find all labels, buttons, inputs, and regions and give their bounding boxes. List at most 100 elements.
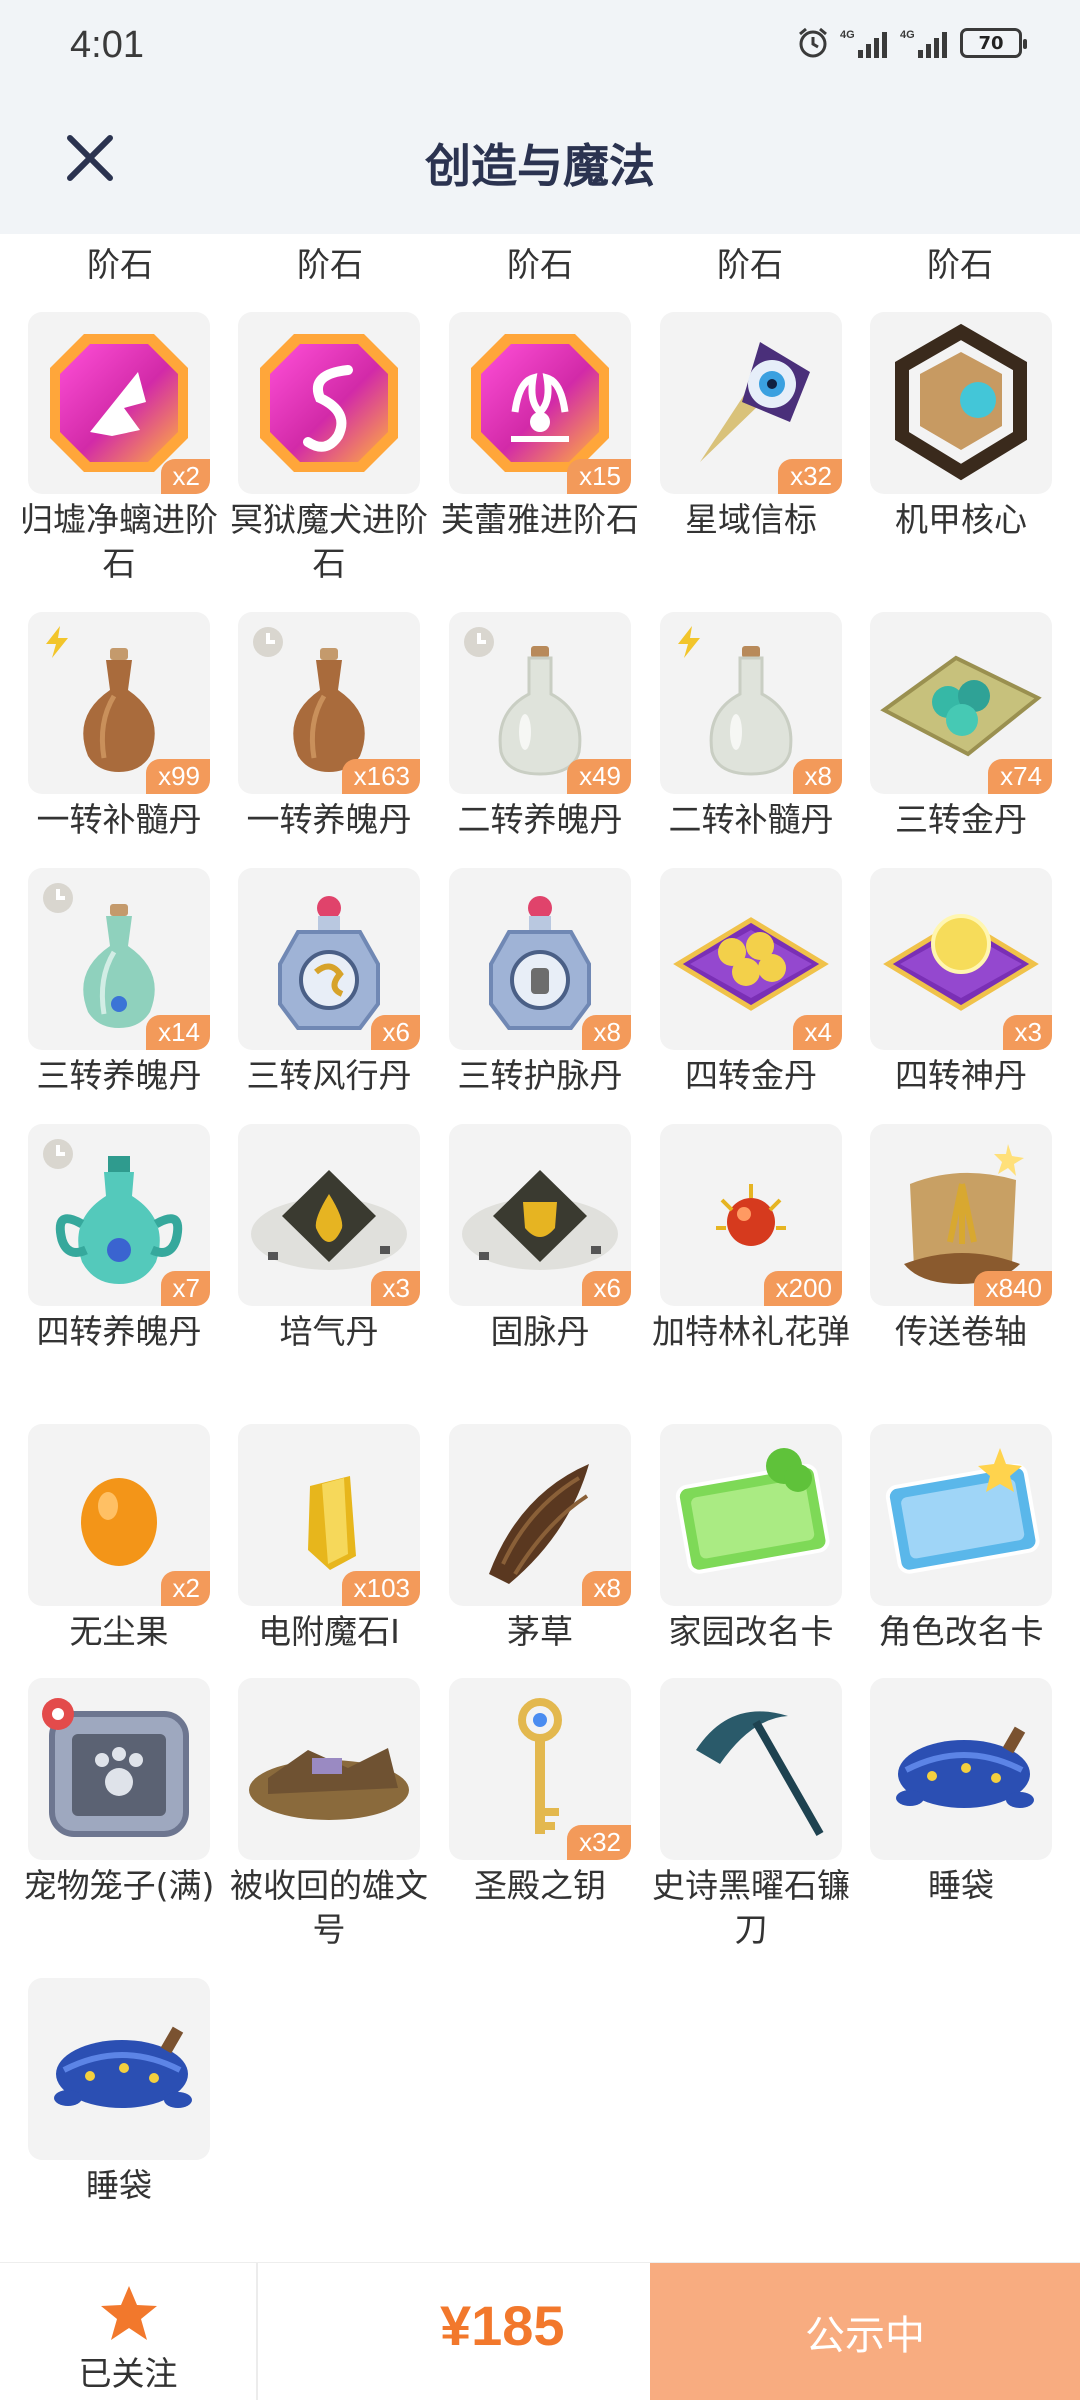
- list-item[interactable]: x163 一转养魄丹: [238, 612, 420, 842]
- item-list[interactable]: 阶石 阶石 阶石 阶石 阶石 x2 归墟净螭进阶石 冥狱魔犬进阶石 x15 芙蕾雅进…: [0, 234, 1080, 2210]
- list-item[interactable]: 冥狱魔犬进阶石: [230, 312, 428, 586]
- mech-core-icon: [895, 323, 1027, 481]
- item-tile[interactable]: x840: [870, 1124, 1052, 1306]
- item-count-badge: x200: [763, 1271, 842, 1306]
- item-tile[interactable]: x14: [28, 868, 210, 1050]
- top-label: 阶石: [717, 245, 783, 284]
- item-count-badge: x32: [567, 1825, 631, 1860]
- list-item[interactable]: x14 三转养魄丹: [28, 868, 210, 1098]
- list-item[interactable]: x74 三转金丹: [870, 612, 1052, 842]
- svg-text:4G: 4G: [900, 29, 915, 41]
- item-tile[interactable]: x6: [449, 1124, 631, 1306]
- top-label: 阶石: [927, 245, 993, 284]
- list-item[interactable]: x15 芙蕾雅进阶石: [441, 312, 639, 542]
- item-tile[interactable]: x103: [238, 1424, 420, 1606]
- list-item[interactable]: 机甲核心: [870, 312, 1052, 542]
- item-tile[interactable]: [660, 1424, 842, 1606]
- list-item[interactable]: x4 四转金丹: [660, 868, 842, 1098]
- list-item[interactable]: x2 无尘果: [28, 1424, 210, 1654]
- top-label: 阶石: [297, 245, 363, 284]
- item-tile[interactable]: [870, 312, 1052, 494]
- list-item[interactable]: x99 一转补髓丹: [28, 612, 210, 842]
- list-item[interactable]: 被收回的雄文号: [230, 1678, 428, 1952]
- item-tile[interactable]: x32: [449, 1678, 631, 1860]
- item-name: 家园改名卡: [668, 1612, 834, 1651]
- item-tile[interactable]: x74: [870, 612, 1052, 794]
- list-item[interactable]: x3 四转神丹: [870, 868, 1052, 1098]
- role-rename-card-icon: [885, 1448, 1040, 1574]
- list-item[interactable]: x840 传送卷轴: [870, 1124, 1052, 1354]
- item-name: 史诗黑曜石镰刀: [652, 1866, 850, 1949]
- list-item[interactable]: x103 电附魔石I: [238, 1424, 420, 1654]
- item-tile[interactable]: x8: [449, 868, 631, 1050]
- item-count-badge: x8: [581, 1571, 631, 1606]
- list-item[interactable]: 睡袋: [870, 1678, 1052, 1908]
- top-label: 阶石: [507, 245, 573, 284]
- list-item[interactable]: 宠物笼子(满): [24, 1678, 214, 1908]
- item-tile[interactable]: x2: [28, 312, 210, 494]
- item-name: 芙蕾雅进阶石: [441, 500, 639, 539]
- list-item[interactable]: x32 圣殿之钥: [449, 1678, 631, 1908]
- list-item[interactable]: 睡袋: [28, 1978, 210, 2208]
- list-item[interactable]: x32 星域信标: [660, 312, 842, 542]
- item-name: 传送卷轴: [895, 1312, 1027, 1351]
- item-name: 无尘果: [69, 1612, 169, 1651]
- list-item[interactable]: x2 归墟净螭进阶石: [20, 312, 218, 586]
- follow-button[interactable]: 已关注: [0, 2263, 258, 2400]
- item-tile[interactable]: [870, 1424, 1052, 1606]
- item-tile[interactable]: [238, 312, 420, 494]
- item-tile[interactable]: [660, 1678, 842, 1860]
- top-label: 阶石: [87, 245, 153, 284]
- list-item[interactable]: x49 二转养魄丹: [449, 612, 631, 842]
- item-tile[interactable]: [238, 1678, 420, 1860]
- item-tile[interactable]: x4: [660, 868, 842, 1050]
- bottom-bar: 已关注 ¥185 公示中: [0, 2262, 1080, 2400]
- item-tile[interactable]: x6: [238, 868, 420, 1050]
- list-item[interactable]: 角色改名卡: [870, 1424, 1052, 1654]
- list-item[interactable]: x8 茅草: [449, 1424, 631, 1654]
- item-name: 一转养魄丹: [246, 800, 412, 839]
- item-name: 加特林礼花弹: [652, 1312, 850, 1351]
- list-item[interactable]: x6 固脉丹: [449, 1124, 631, 1354]
- status-button[interactable]: 公示中: [650, 2263, 1080, 2400]
- item-name: 睡袋: [928, 1866, 994, 1905]
- item-tile[interactable]: x7: [28, 1124, 210, 1306]
- item-count-badge: x6: [370, 1015, 420, 1050]
- list-item[interactable]: x3 培气丹: [238, 1124, 420, 1354]
- item-name: 睡袋: [86, 2166, 152, 2205]
- item-count-badge: x7: [160, 1271, 210, 1306]
- pink-gem-s-icon: [260, 334, 398, 472]
- list-item[interactable]: x6 三转风行丹: [238, 868, 420, 1098]
- item-tile[interactable]: x3: [238, 1124, 420, 1306]
- item-name: 归墟净螭进阶石: [20, 500, 218, 583]
- list-item[interactable]: 家园改名卡: [660, 1424, 842, 1654]
- item-count-badge: x49: [567, 759, 631, 794]
- item-name: 被收回的雄文号: [230, 1866, 428, 1949]
- item-tile[interactable]: x99: [28, 612, 210, 794]
- list-item[interactable]: 史诗黑曜石镰刀: [652, 1678, 850, 1952]
- item-tile[interactable]: x200: [660, 1124, 842, 1306]
- top-label-row: 阶石 阶石 阶石 阶石 阶石: [0, 234, 1080, 284]
- list-item[interactable]: x200 加特林礼花弹: [652, 1124, 850, 1354]
- home-rename-card-icon: [675, 1448, 830, 1574]
- item-tile[interactable]: x2: [28, 1424, 210, 1606]
- status-bar: 4:01 4G 4G 70: [0, 0, 1080, 92]
- item-tile[interactable]: x8: [449, 1424, 631, 1606]
- item-count-badge: x32: [778, 459, 842, 494]
- item-tile[interactable]: x49: [449, 612, 631, 794]
- item-tile[interactable]: [28, 1678, 210, 1860]
- item-tile[interactable]: x163: [238, 612, 420, 794]
- list-item[interactable]: x8 三转护脉丹: [449, 868, 631, 1098]
- item-tile[interactable]: [870, 1678, 1052, 1860]
- item-tile[interactable]: x32: [660, 312, 842, 494]
- item-tile[interactable]: x3: [870, 868, 1052, 1050]
- item-tile[interactable]: [28, 1978, 210, 2160]
- item-name: 宠物笼子(满): [23, 1866, 215, 1905]
- item-tile[interactable]: x15: [449, 312, 631, 494]
- status-time: 4:01: [70, 24, 144, 66]
- item-name: 培气丹: [279, 1312, 379, 1351]
- item-tile[interactable]: x8: [660, 612, 842, 794]
- list-item[interactable]: x7 四转养魄丹: [28, 1124, 210, 1354]
- list-item[interactable]: x8 二转补髓丹: [660, 612, 842, 842]
- sleeping-bag-icon: [54, 2026, 192, 2108]
